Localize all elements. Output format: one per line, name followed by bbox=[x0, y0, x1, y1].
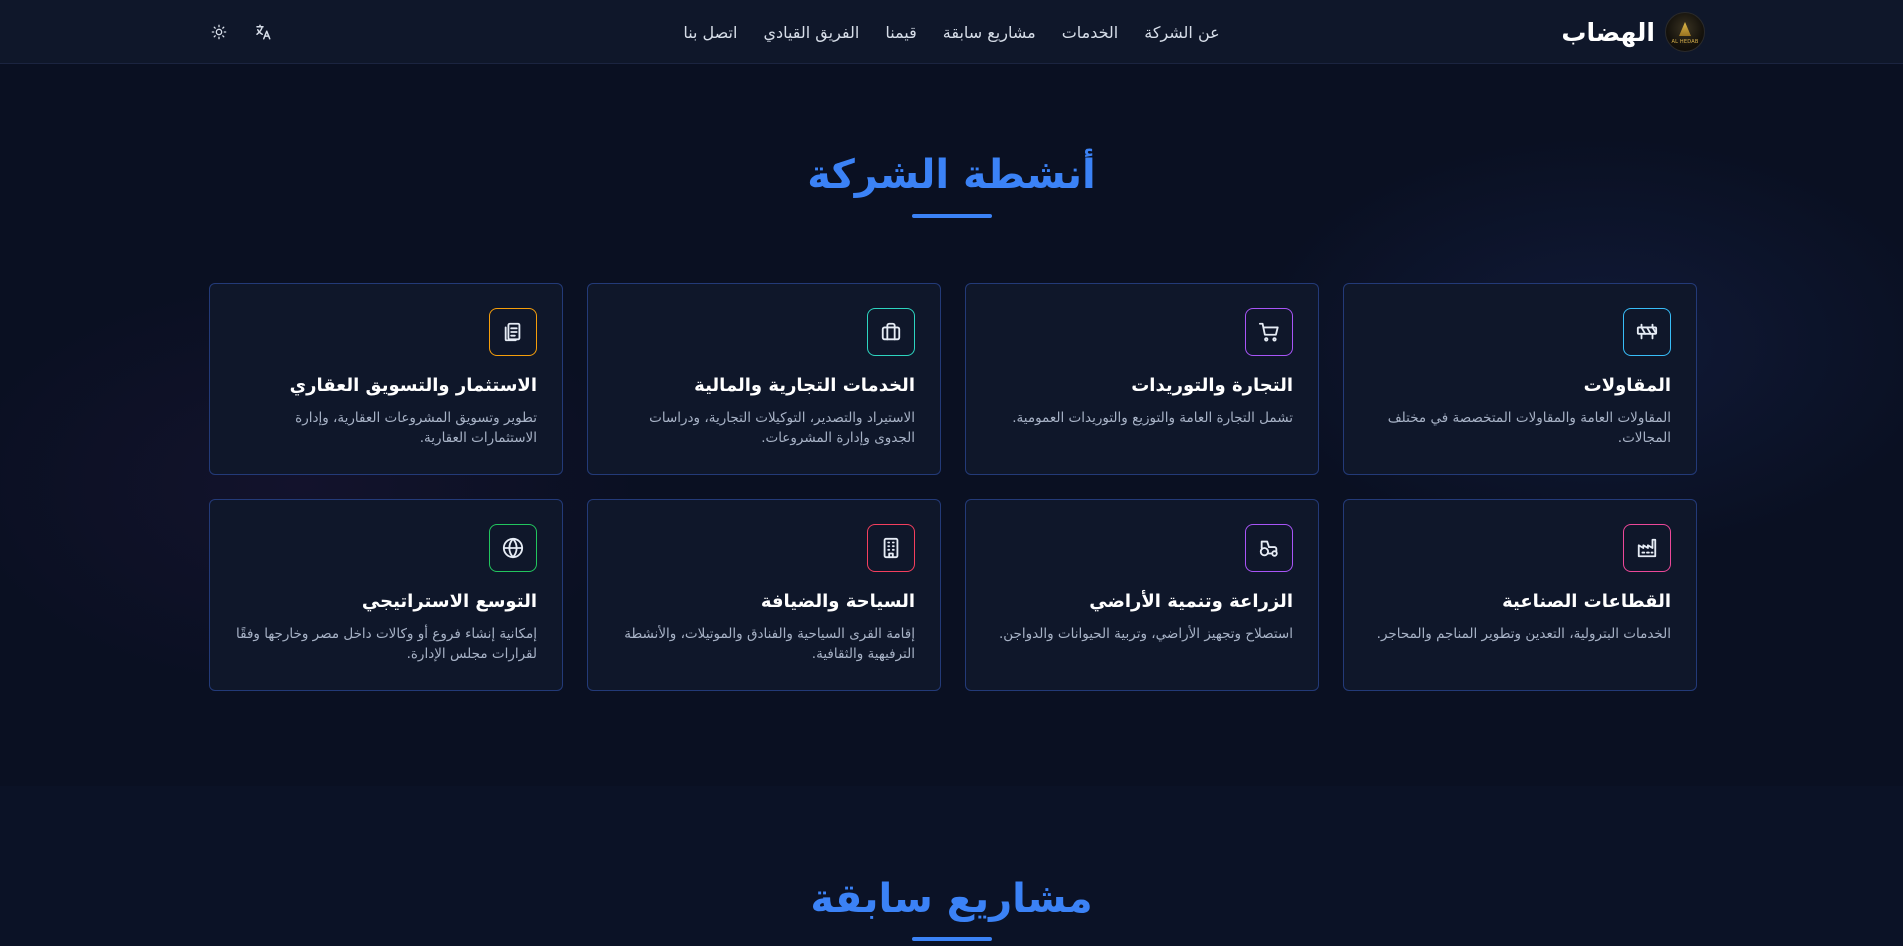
activity-card-trade[interactable]: التجارة والتوريدات تشمل التجارة العامة و… bbox=[965, 283, 1319, 475]
header-tools bbox=[208, 20, 274, 44]
briefcase-icon bbox=[867, 308, 915, 356]
section-title-projects: مشاريع سابقة bbox=[810, 876, 1093, 922]
card-description: إقامة القرى السياحية والفنادق والموتيلات… bbox=[624, 626, 915, 662]
card-title: المقاولات bbox=[1583, 375, 1671, 396]
globe-icon bbox=[489, 524, 537, 572]
card-title: الخدمات التجارية والمالية bbox=[694, 375, 915, 396]
brand[interactable]: AL HEDAB الهضاب bbox=[1561, 12, 1705, 52]
card-title: الزراعة وتنمية الأراضي bbox=[1089, 591, 1293, 612]
top-navbar: AL HEDAB الهضاب عن الشركة الخدمات مشاريع… bbox=[0, 0, 1903, 64]
nav-item-services[interactable]: الخدمات bbox=[1062, 23, 1119, 42]
nav-item-projects[interactable]: مشاريع سابقة bbox=[943, 23, 1036, 42]
logo-text: AL HEDAB bbox=[1671, 39, 1699, 45]
card-title: الاستثمار والتسويق العقاري bbox=[289, 375, 537, 396]
activity-card-business-services[interactable]: الخدمات التجارية والمالية الاستيراد والت… bbox=[587, 283, 941, 475]
card-title: السياحة والضيافة bbox=[760, 591, 915, 612]
activity-card-real-estate[interactable]: الاستثمار والتسويق العقاري تطوير وتسويق … bbox=[209, 283, 563, 475]
card-description: إمكانية إنشاء فروع أو وكالات داخل مصر وخ… bbox=[236, 626, 537, 662]
nav-item-about[interactable]: عن الشركة bbox=[1144, 23, 1219, 42]
cart-icon bbox=[1245, 308, 1293, 356]
theme-toggle-button[interactable] bbox=[208, 21, 230, 43]
nav-item-values[interactable]: قيمنا bbox=[885, 23, 916, 42]
title-underline bbox=[912, 937, 992, 941]
card-description: الاستيراد والتصدير، التوكيلات التجارية، … bbox=[649, 410, 915, 446]
documents-icon bbox=[489, 308, 537, 356]
card-title: التجارة والتوريدات bbox=[1131, 375, 1293, 396]
barrier-icon bbox=[1623, 308, 1671, 356]
activity-card-agriculture[interactable]: الزراعة وتنمية الأراضي استصلاح وتجهيز ال… bbox=[965, 499, 1319, 691]
card-title: التوسع الاستراتيجي bbox=[361, 591, 537, 612]
section-title-activities: أنشطة الشركة bbox=[807, 152, 1096, 198]
company-logo: AL HEDAB bbox=[1665, 12, 1705, 52]
title-underline bbox=[912, 214, 992, 218]
activity-card-industrial[interactable]: القطاعات الصناعية الخدمات البترولية، الت… bbox=[1343, 499, 1697, 691]
language-toggle-button[interactable] bbox=[252, 21, 274, 43]
building-icon bbox=[867, 524, 915, 572]
card-description: المقاولات العامة والمقاولات المتخصصة في … bbox=[1387, 410, 1671, 446]
nav-item-contact[interactable]: اتصل بنا bbox=[683, 23, 737, 42]
activity-card-contracting[interactable]: المقاولات المقاولات العامة والمقاولات ال… bbox=[1343, 283, 1697, 475]
card-description: استصلاح وتجهيز الأراضي، وتربية الحيوانات… bbox=[998, 626, 1293, 642]
card-description: الخدمات البترولية، التعدين وتطوير المناج… bbox=[1376, 626, 1671, 642]
activity-card-tourism[interactable]: السياحة والضيافة إقامة القرى السياحية وا… bbox=[587, 499, 941, 691]
card-title: القطاعات الصناعية bbox=[1502, 591, 1671, 612]
factory-icon bbox=[1623, 524, 1671, 572]
projects-section bbox=[0, 786, 1903, 946]
tractor-icon bbox=[1245, 524, 1293, 572]
translate-icon bbox=[256, 24, 271, 40]
activity-card-expansion[interactable]: التوسع الاستراتيجي إمكانية إنشاء فروع أو… bbox=[209, 499, 563, 691]
brand-name: الهضاب bbox=[1561, 17, 1655, 47]
nav-item-team[interactable]: الفريق القيادي bbox=[763, 23, 859, 42]
sun-icon bbox=[211, 24, 227, 40]
card-description: تشمل التجارة العامة والتوزيع والتوريدات … bbox=[1012, 410, 1293, 426]
card-description: تطوير وتسويق المشروعات العقارية، وإدارة … bbox=[295, 410, 537, 446]
